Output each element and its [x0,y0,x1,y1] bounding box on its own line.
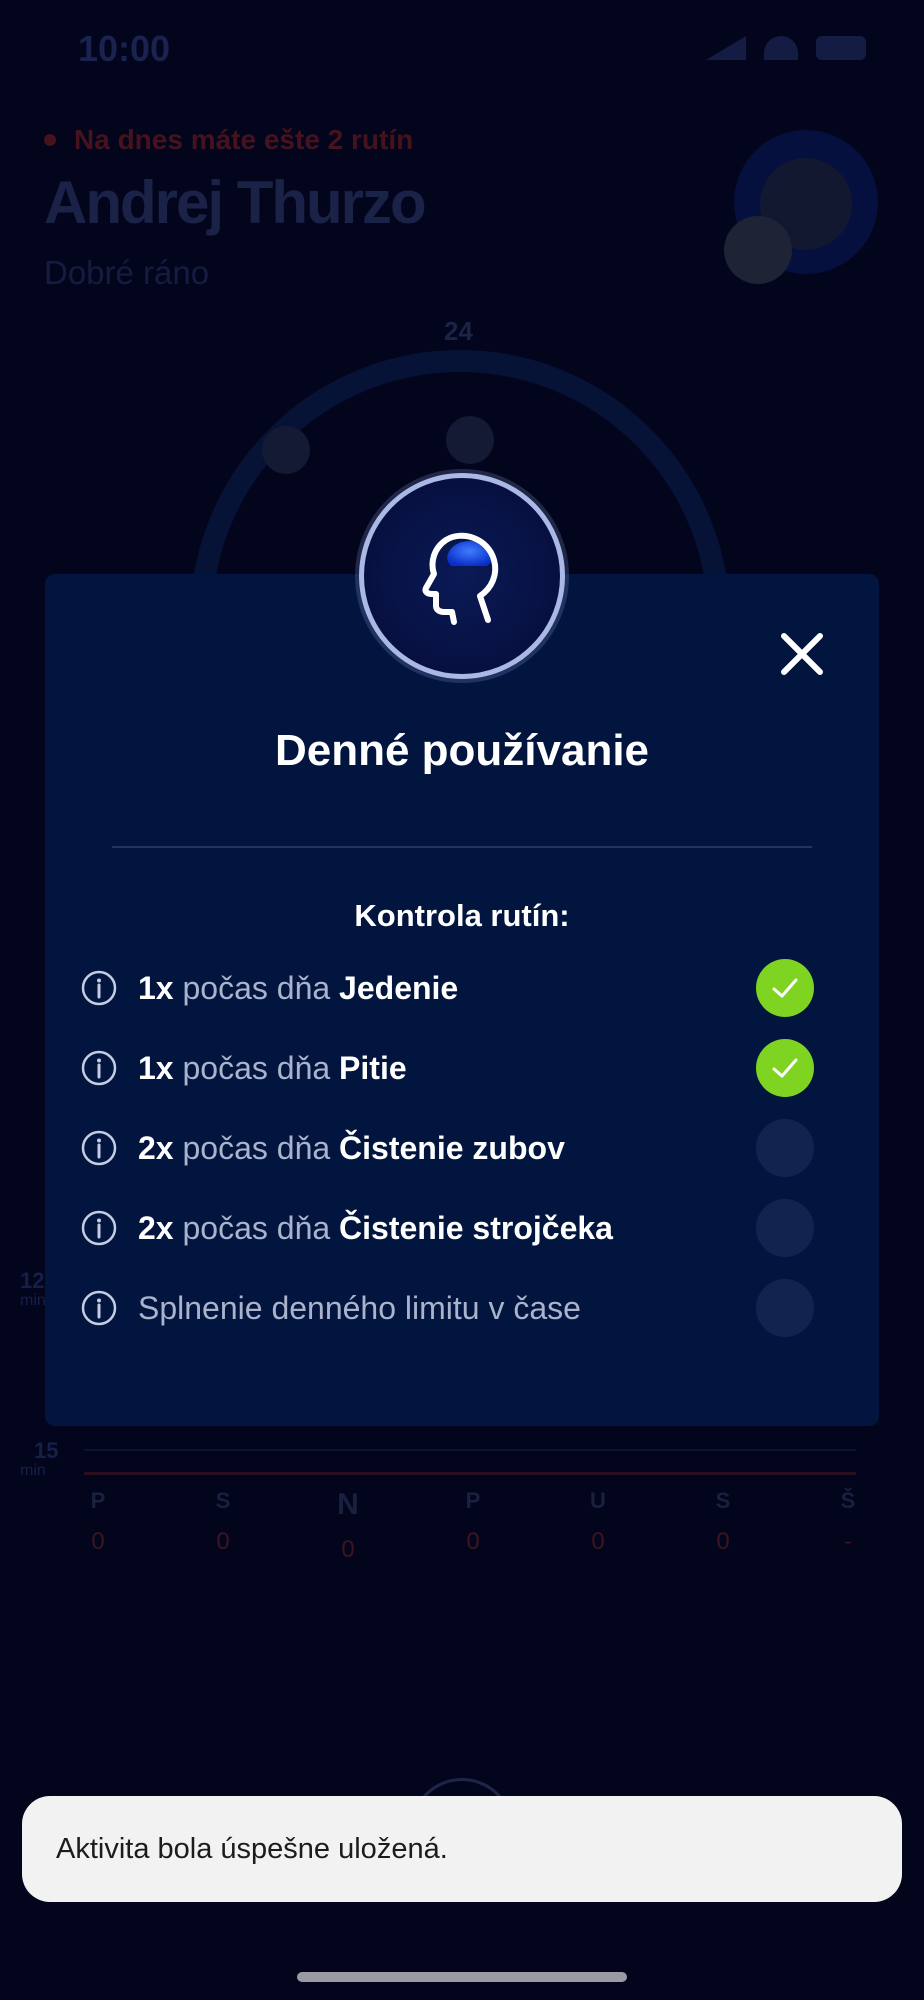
modal-title: Denné používanie [274,726,650,775]
routine-label: Splnenie denného limitu v čase [138,1290,756,1327]
status-icons [706,36,866,60]
y-unit-bottom: min [20,1462,46,1479]
signal-icon [706,36,746,60]
info-icon[interactable] [80,969,118,1007]
info-icon[interactable] [80,1049,118,1087]
success-toast: Aktivita bola úspešne uložená. [22,1796,902,1902]
modal-divider [112,846,812,848]
day-column: S0 [203,1488,243,1564]
info-icon[interactable] [80,1289,118,1327]
info-icon[interactable] [80,1209,118,1247]
routine-count: 1x [138,969,174,1006]
routine-row: Splnenie denného limitu v čase [80,1278,814,1338]
day-label: Š [840,1488,856,1513]
close-button[interactable] [772,624,832,684]
clock-top-hour: 24 [444,316,473,346]
routine-done-check[interactable] [756,959,814,1017]
y-label-top: 12 [20,1268,45,1293]
routine-frequency: Splnenie denného limitu v čase [138,1289,581,1326]
routine-label: 2x počas dňa Čistenie zubov [138,1130,756,1167]
routine-row: 2x počas dňa Čistenie zubov [80,1118,814,1178]
day-value: 0 [341,1536,355,1563]
greeting: Dobré ráno [44,254,210,291]
day-label: S [715,1488,731,1513]
toast-message: Aktivita bola úspešne uložená. [56,1832,448,1865]
day-value: 0 [91,1528,105,1555]
routine-row: 1x počas dňa Jedenie [80,958,814,1018]
routine-pending-check[interactable] [756,1119,814,1177]
drink-icon [446,416,494,464]
routine-label: 1x počas dňa Pitie [138,1050,756,1087]
routine-count: 2x [138,1209,174,1246]
routine-pending-check[interactable] [756,1199,814,1257]
routine-pending-check[interactable] [756,1279,814,1337]
routine-row: 2x počas dňa Čistenie strojčeka [80,1198,814,1258]
routine-reminder: Na dnes máte ešte 2 rutín [44,124,413,156]
day-value: - [844,1528,852,1555]
chart-grid-line [84,1449,856,1451]
routine-done-check[interactable] [756,1039,814,1097]
day-column: P0 [453,1488,493,1564]
wifi-icon [764,36,798,60]
status-time: 10:00 [78,28,171,69]
day-column: P0 [78,1488,118,1564]
routine-frequency: počas dňa [182,1049,331,1086]
head-brain-icon [359,473,565,679]
routine-name: Čistenie zubov [339,1129,565,1166]
day-value: 0 [216,1528,230,1555]
day-column: N0 [328,1488,368,1564]
routine-label: 2x počas dňa Čistenie strojčeka [138,1210,756,1247]
day-column: S0 [703,1488,743,1564]
routine-row: 1x počas dňa Pitie [80,1038,814,1098]
routine-count: 1x [138,1049,174,1086]
chart-limit-line [84,1472,856,1475]
checkmark-icon [772,1058,798,1078]
routine-label: 1x počas dňa Jedenie [138,970,756,1007]
day-label: P [90,1488,106,1513]
user-name: Andrej Thurzo [44,169,427,236]
routine-name: Čistenie strojčeka [339,1209,613,1246]
day-label: P [465,1488,481,1513]
section-title: Kontrola rutín: [354,898,570,933]
day-value: 0 [591,1528,605,1555]
routine-frequency: počas dňa [182,1129,331,1166]
day-column: Š- [828,1488,868,1564]
battery-icon [816,36,866,60]
home-indicator[interactable] [297,1972,627,1982]
day-label: U [590,1488,606,1513]
checkmark-icon [772,978,798,998]
day-column: U0 [578,1488,618,1564]
routine-name: Pitie [339,1049,407,1086]
y-label-bottom: 15 [34,1438,59,1463]
week-row: P0 S0 N0 P0 U0 S0 Š- [78,1488,868,1564]
avatar-badge-icon [724,216,792,284]
food-icon [262,426,310,474]
routine-name: Jedenie [339,969,459,1006]
routine-frequency: počas dňa [182,1209,331,1246]
routine-count: 2x [138,1129,174,1166]
day-value: 0 [466,1528,480,1555]
info-icon[interactable] [80,1129,118,1167]
reminder-dot-icon [44,134,56,146]
day-value: 0 [716,1528,730,1555]
routine-frequency: počas dňa [182,969,331,1006]
reminder-text: Na dnes máte ešte 2 rutín [74,124,414,155]
day-label: N [337,1488,359,1521]
close-icon [781,633,823,675]
y-unit-top: min [20,1292,46,1309]
day-label: S [215,1488,231,1513]
